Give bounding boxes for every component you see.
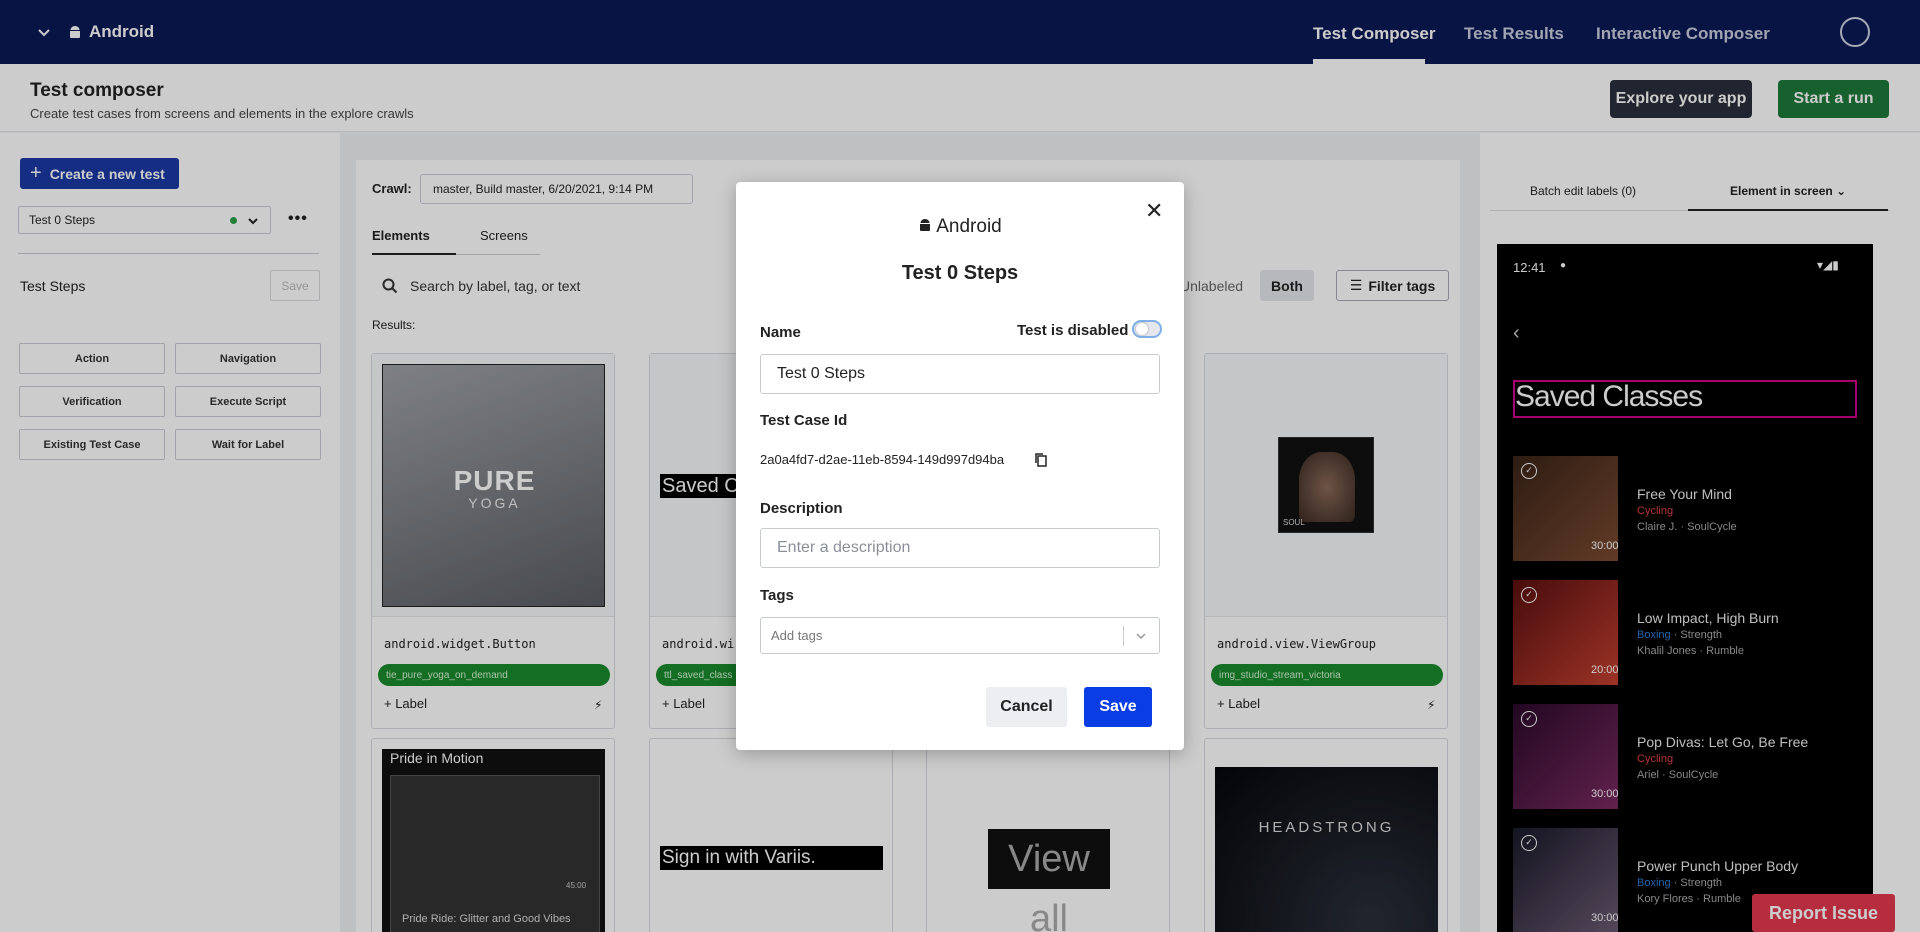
test-disabled-toggle[interactable] [1132,320,1162,338]
test-case-id-label: Test Case Id [760,412,848,429]
tags-label: Tags [760,587,794,604]
test-case-id-value: 2a0a4fd7-d2ae-11eb-8594-149d997d94ba [760,452,1005,467]
description-label: Description [760,500,843,517]
name-input[interactable]: Test 0 Steps [760,354,1160,394]
name-label: Name [760,324,801,341]
test-disabled-label: Test is disabled [1017,322,1129,339]
edit-test-modal: ✕ Android Test 0 Steps Name Test is disa… [736,182,1184,750]
cancel-button[interactable]: Cancel [986,687,1067,727]
modal-platform: Android [736,216,1184,238]
copy-icon[interactable] [1034,452,1048,468]
tags-select[interactable]: Add tags [760,617,1160,654]
modal-title: Test 0 Steps [901,262,1019,284]
description-input[interactable]: Enter a description [760,528,1160,568]
tags-placeholder: Add tags [771,628,823,643]
divider [1123,626,1124,646]
android-icon [920,219,931,231]
save-button[interactable]: Save [1084,687,1152,727]
chevron-down-icon [1136,633,1146,640]
platform-label: Android [936,216,1002,237]
toggle-knob [1136,323,1148,335]
